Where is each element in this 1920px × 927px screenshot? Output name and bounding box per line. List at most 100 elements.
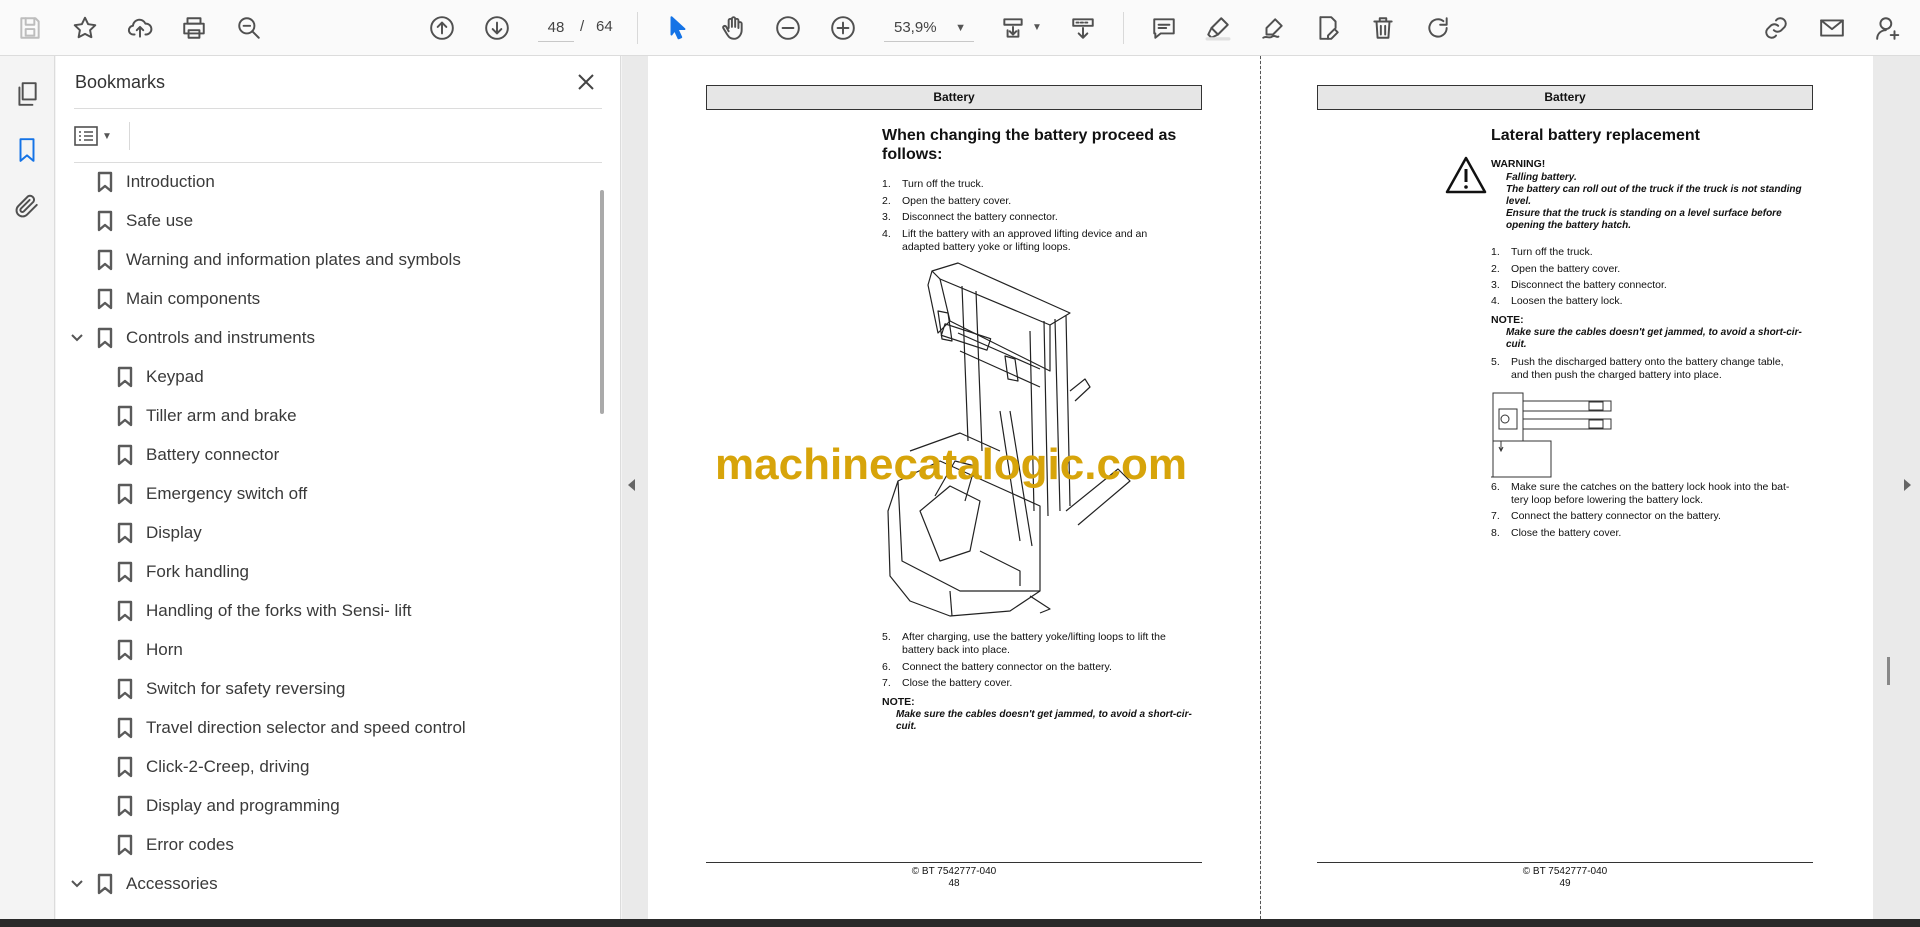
panel-scrollbar-thumb[interactable] [600, 190, 604, 414]
close-icon[interactable] [572, 68, 600, 96]
bookmark-item[interactable]: Warning and information plates and symbo… [96, 244, 461, 276]
sign-icon[interactable] [1255, 10, 1291, 46]
rotate-icon[interactable] [1420, 10, 1456, 46]
step-item: 4. Lift the battery with an approved lift… [882, 228, 1148, 240]
email-icon[interactable] [1814, 10, 1850, 46]
star-icon[interactable] [67, 10, 103, 46]
navigation-rail [0, 56, 55, 919]
comment-icon[interactable] [1146, 10, 1182, 46]
bookmark-item[interactable]: Fork handling [116, 556, 249, 588]
print-icon[interactable] [176, 10, 212, 46]
bookmark-item[interactable]: Tiller arm and brake [116, 400, 297, 432]
note-label: NOTE: [882, 696, 915, 708]
scroll-mode-icon[interactable] [1065, 10, 1101, 46]
step-item-continued: battery back into place. [902, 644, 1010, 656]
bookmark-label: Accessories [126, 874, 218, 893]
bookmark-item[interactable]: Accessories [71, 868, 218, 900]
zoom-out-icon[interactable] [770, 10, 806, 46]
bookmark-item[interactable]: Horn [116, 634, 183, 666]
chevron-down-icon[interactable] [69, 876, 85, 892]
step-item: 8. Close the battery cover. [1491, 527, 1622, 539]
step-item: 5. Push the discharged battery onto the b… [1491, 356, 1784, 368]
bookmark-icon [116, 483, 134, 505]
section-title-line1: When changing the battery proceed as [882, 127, 1177, 144]
step-item: 5. After charging, use the battery yoke/l… [882, 631, 1166, 643]
bookmark-item[interactable]: Safe use [96, 205, 193, 237]
bookmark-label: Fork handling [146, 562, 250, 581]
collapse-left-panel-button[interactable] [624, 470, 638, 500]
step-item: 7. Close the battery cover. [882, 677, 1013, 689]
attachments-icon[interactable] [11, 190, 43, 222]
bookmark-item[interactable]: Battery connector [116, 439, 279, 471]
bookmarks-icon[interactable] [11, 134, 43, 166]
chevron-down-icon[interactable] [69, 330, 85, 346]
hand-icon[interactable] [715, 10, 751, 46]
bookmark-item[interactable]: Emergency switch off [116, 478, 307, 510]
page-total: 64 [596, 18, 613, 35]
bookmark-item[interactable]: Switch for safety reversing [116, 673, 345, 705]
edit-pdf-icon[interactable] [1310, 10, 1346, 46]
bookmark-item[interactable]: Display [116, 517, 202, 549]
bookmark-item[interactable]: Main components [96, 283, 260, 315]
zoom-search-icon[interactable] [231, 10, 267, 46]
warning-triangle-icon [1445, 156, 1487, 194]
bookmark-item[interactable]: Travel direction selector and speed cont… [116, 712, 466, 744]
page-thumbnails-icon[interactable] [11, 78, 43, 110]
bookmark-item[interactable]: Keypad [116, 361, 204, 393]
footer-doc-id: © BT 7542777-040 [911, 866, 997, 877]
bookmark-label: Main components [126, 289, 261, 308]
note-text-continued: cuit. [1506, 339, 1527, 350]
taskbar-strip [0, 919, 1920, 927]
bookmark-label: Travel direction selector and speed cont… [146, 718, 466, 737]
highlight-icon[interactable] [1200, 10, 1236, 46]
bookmark-icon [116, 717, 134, 739]
bookmark-label: Error codes [146, 835, 234, 854]
section-title: Lateral battery replacement [1491, 127, 1700, 144]
upload-icon[interactable] [122, 10, 158, 46]
bookmark-item[interactable]: Introduction [96, 166, 215, 198]
page-number-input[interactable] [538, 14, 574, 42]
zoom-in-icon[interactable] [825, 10, 861, 46]
bookmark-item[interactable]: Controls and instruments [71, 322, 315, 354]
zoom-value: 53,9% [894, 19, 937, 36]
step-item: 2. Open the battery cover. [882, 195, 1012, 207]
collapse-right-panel-button[interactable] [1900, 470, 1914, 500]
step-item-continued: and then push the charged battery into p… [1511, 369, 1722, 381]
warning-text: Falling battery. [1506, 172, 1577, 183]
toolbar-divider [1123, 12, 1124, 44]
bookmark-icon [116, 366, 134, 388]
share-link-icon[interactable] [1758, 10, 1794, 46]
bookmark-icon [96, 249, 114, 271]
toolbar: / 64 53,9% ▼ ▼ [0, 0, 1920, 56]
fit-page-icon[interactable] [995, 10, 1031, 46]
step-item-continued: tery loop before lowering the battery lo… [1511, 494, 1704, 506]
bookmark-label: Display [146, 523, 202, 542]
document-scrollbar-thumb[interactable] [1887, 657, 1890, 685]
chevron-down-icon: ▼ [955, 21, 966, 34]
bookmark-item[interactable]: Click-2-Creep, driving [116, 751, 309, 783]
footer-page-number: 49 [1559, 878, 1571, 889]
bookmark-item[interactable]: Handling of the forks with Sensi- lift [116, 595, 412, 627]
list-options-icon [74, 126, 98, 146]
bookmark-options-button[interactable]: ▼ [74, 120, 124, 152]
account-icon[interactable] [1870, 10, 1906, 46]
bookmark-icon [116, 639, 134, 661]
delete-icon[interactable] [1365, 10, 1401, 46]
pdf-viewer-window: / 64 53,9% ▼ ▼ [0, 0, 1920, 927]
bookmark-item[interactable]: Error codes [116, 829, 234, 861]
battery-change-table-illustration [1491, 392, 1612, 478]
save-icon[interactable] [12, 10, 48, 46]
bookmark-icon [96, 171, 114, 193]
page-down-icon[interactable] [479, 10, 515, 46]
chevron-down-icon[interactable]: ▼ [1032, 22, 1042, 33]
bookmark-icon [96, 327, 114, 349]
select-cursor-icon[interactable] [660, 10, 696, 46]
bookmark-item[interactable]: Display and programming [116, 790, 340, 822]
page-up-icon[interactable] [424, 10, 460, 46]
footer-rule [1317, 862, 1813, 863]
zoom-select[interactable]: 53,9% ▼ [884, 14, 974, 42]
step-item: 4. Loosen the battery lock. [1491, 295, 1623, 307]
warning-text: opening the battery hatch. [1506, 220, 1632, 231]
triangle-left-icon [627, 479, 635, 491]
warning-text: The battery can roll out of the truck if… [1506, 184, 1802, 195]
